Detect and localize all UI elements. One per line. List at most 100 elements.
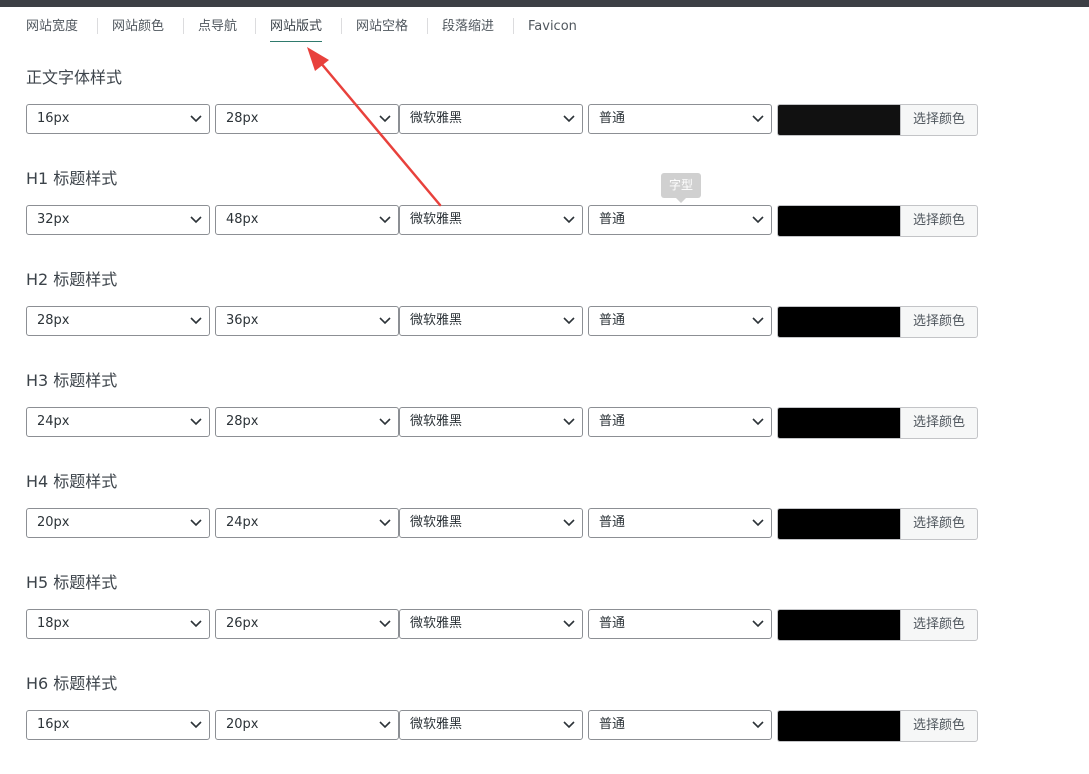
tab-bar: 网站宽度 网站颜色 点导航 网站版式 网站空格 段落缩进 Favicon xyxy=(0,7,1089,47)
select-value: 普通 xyxy=(599,616,626,631)
font-size-select[interactable]: 18px xyxy=(26,609,210,639)
chevron-down-icon xyxy=(563,519,575,527)
select-value: 16px xyxy=(37,111,70,126)
section-title: H4 标题样式 xyxy=(26,472,118,491)
section-title: H2 标题样式 xyxy=(26,270,118,289)
color-swatch[interactable] xyxy=(777,104,901,136)
tab-site-typography[interactable]: 网站版式 xyxy=(270,17,323,42)
chevron-down-icon xyxy=(563,317,575,325)
font-size-select[interactable]: 24px xyxy=(26,407,210,437)
tab-divider xyxy=(513,18,514,34)
tab-dot-nav[interactable]: 点导航 xyxy=(198,17,237,41)
chevron-down-icon xyxy=(379,115,391,123)
select-color-button[interactable]: 选择颜色 xyxy=(900,710,978,742)
select-value: 普通 xyxy=(599,414,626,429)
typography-row: 正文字体样式 16px 28px 微软雅黑 普通 选择颜色 xyxy=(26,67,986,168)
line-height-select[interactable]: 28px xyxy=(215,104,399,134)
font-weight-select[interactable]: 普通 xyxy=(588,407,772,437)
chevron-down-icon xyxy=(190,317,202,325)
typography-row: H4 标题样式 20px 24px 微软雅黑 普通 选择颜色 xyxy=(26,471,986,572)
color-swatch[interactable] xyxy=(777,306,901,338)
line-height-select[interactable]: 26px xyxy=(215,609,399,639)
select-value: 普通 xyxy=(599,212,626,227)
select-value: 微软雅黑 xyxy=(410,313,463,328)
select-value: 24px xyxy=(226,515,259,530)
chevron-down-icon xyxy=(190,519,202,527)
font-family-select[interactable]: 微软雅黑 xyxy=(399,407,583,437)
select-value: 微软雅黑 xyxy=(410,212,463,227)
tab-site-color[interactable]: 网站颜色 xyxy=(112,17,164,41)
font-family-select[interactable]: 微软雅黑 xyxy=(399,306,583,336)
color-swatch[interactable] xyxy=(777,609,901,641)
font-family-select[interactable]: 微软雅黑 xyxy=(399,710,583,740)
chevron-down-icon xyxy=(190,115,202,123)
select-value: 普通 xyxy=(599,515,626,530)
chevron-down-icon xyxy=(190,216,202,224)
font-family-select[interactable]: 微软雅黑 xyxy=(399,508,583,538)
font-size-select[interactable]: 16px xyxy=(26,104,210,134)
font-size-select[interactable]: 20px xyxy=(26,508,210,538)
chevron-down-icon xyxy=(379,519,391,527)
tab-divider xyxy=(97,18,98,34)
line-height-select[interactable]: 48px xyxy=(215,205,399,235)
tab-site-spacing[interactable]: 网站空格 xyxy=(356,17,408,41)
select-value: 普通 xyxy=(599,717,626,732)
font-weight-select[interactable]: 普通 xyxy=(588,710,772,740)
section-title: H6 标题样式 xyxy=(26,674,118,693)
line-height-select[interactable]: 24px xyxy=(215,508,399,538)
select-value: 26px xyxy=(226,616,259,631)
typography-row: H1 标题样式 32px 48px 微软雅黑 普通 选择颜色 xyxy=(26,168,986,269)
chevron-down-icon xyxy=(752,620,764,628)
color-swatch[interactable] xyxy=(777,508,901,540)
tab-divider xyxy=(183,18,184,34)
font-family-select[interactable]: 微软雅黑 xyxy=(399,609,583,639)
chevron-down-icon xyxy=(752,721,764,729)
chevron-down-icon xyxy=(752,317,764,325)
chevron-down-icon xyxy=(752,519,764,527)
tab-site-width[interactable]: 网站宽度 xyxy=(26,17,78,41)
select-color-button[interactable]: 选择颜色 xyxy=(900,306,978,338)
color-swatch[interactable] xyxy=(777,407,901,439)
select-color-button[interactable]: 选择颜色 xyxy=(900,104,978,136)
typography-row: H5 标题样式 18px 26px 微软雅黑 普通 选择颜色 xyxy=(26,572,986,673)
line-height-select[interactable]: 20px xyxy=(215,710,399,740)
chevron-down-icon xyxy=(379,216,391,224)
select-color-button[interactable]: 选择颜色 xyxy=(900,407,978,439)
chevron-down-icon xyxy=(563,418,575,426)
select-color-button[interactable]: 选择颜色 xyxy=(900,508,978,540)
select-color-button[interactable]: 选择颜色 xyxy=(900,205,978,237)
font-family-select[interactable]: 微软雅黑 xyxy=(399,104,583,134)
select-value: 普通 xyxy=(599,313,626,328)
font-size-select[interactable]: 32px xyxy=(26,205,210,235)
select-value: 18px xyxy=(37,616,70,631)
color-swatch[interactable] xyxy=(777,205,901,237)
font-family-select[interactable]: 微软雅黑 xyxy=(399,205,583,235)
tab-paragraph-indent[interactable]: 段落缩进 xyxy=(442,17,494,41)
select-value: 16px xyxy=(37,717,70,732)
color-swatch[interactable] xyxy=(777,710,901,742)
section-title: H5 标题样式 xyxy=(26,573,118,592)
typography-row: H2 标题样式 28px 36px 微软雅黑 普通 选择颜色 xyxy=(26,269,986,370)
line-height-select[interactable]: 28px xyxy=(215,407,399,437)
chevron-down-icon xyxy=(379,620,391,628)
select-value: 28px xyxy=(37,313,70,328)
chevron-down-icon xyxy=(379,418,391,426)
font-weight-select[interactable]: 普通 xyxy=(588,104,772,134)
select-value: 微软雅黑 xyxy=(410,515,463,530)
select-color-button[interactable]: 选择颜色 xyxy=(900,609,978,641)
font-size-select[interactable]: 28px xyxy=(26,306,210,336)
select-value: 28px xyxy=(226,111,259,126)
select-value: 28px xyxy=(226,414,259,429)
tab-favicon[interactable]: Favicon xyxy=(528,17,577,41)
select-value: 20px xyxy=(37,515,70,530)
chevron-down-icon xyxy=(190,418,202,426)
chevron-down-icon xyxy=(379,721,391,729)
font-weight-select[interactable]: 普通 xyxy=(588,508,772,538)
font-weight-select[interactable]: 普通 xyxy=(588,306,772,336)
font-weight-select[interactable]: 普通 xyxy=(588,205,772,235)
line-height-select[interactable]: 36px xyxy=(215,306,399,336)
font-weight-select[interactable]: 普通 xyxy=(588,609,772,639)
tab-divider xyxy=(255,18,256,34)
select-value: 20px xyxy=(226,717,259,732)
font-size-select[interactable]: 16px xyxy=(26,710,210,740)
